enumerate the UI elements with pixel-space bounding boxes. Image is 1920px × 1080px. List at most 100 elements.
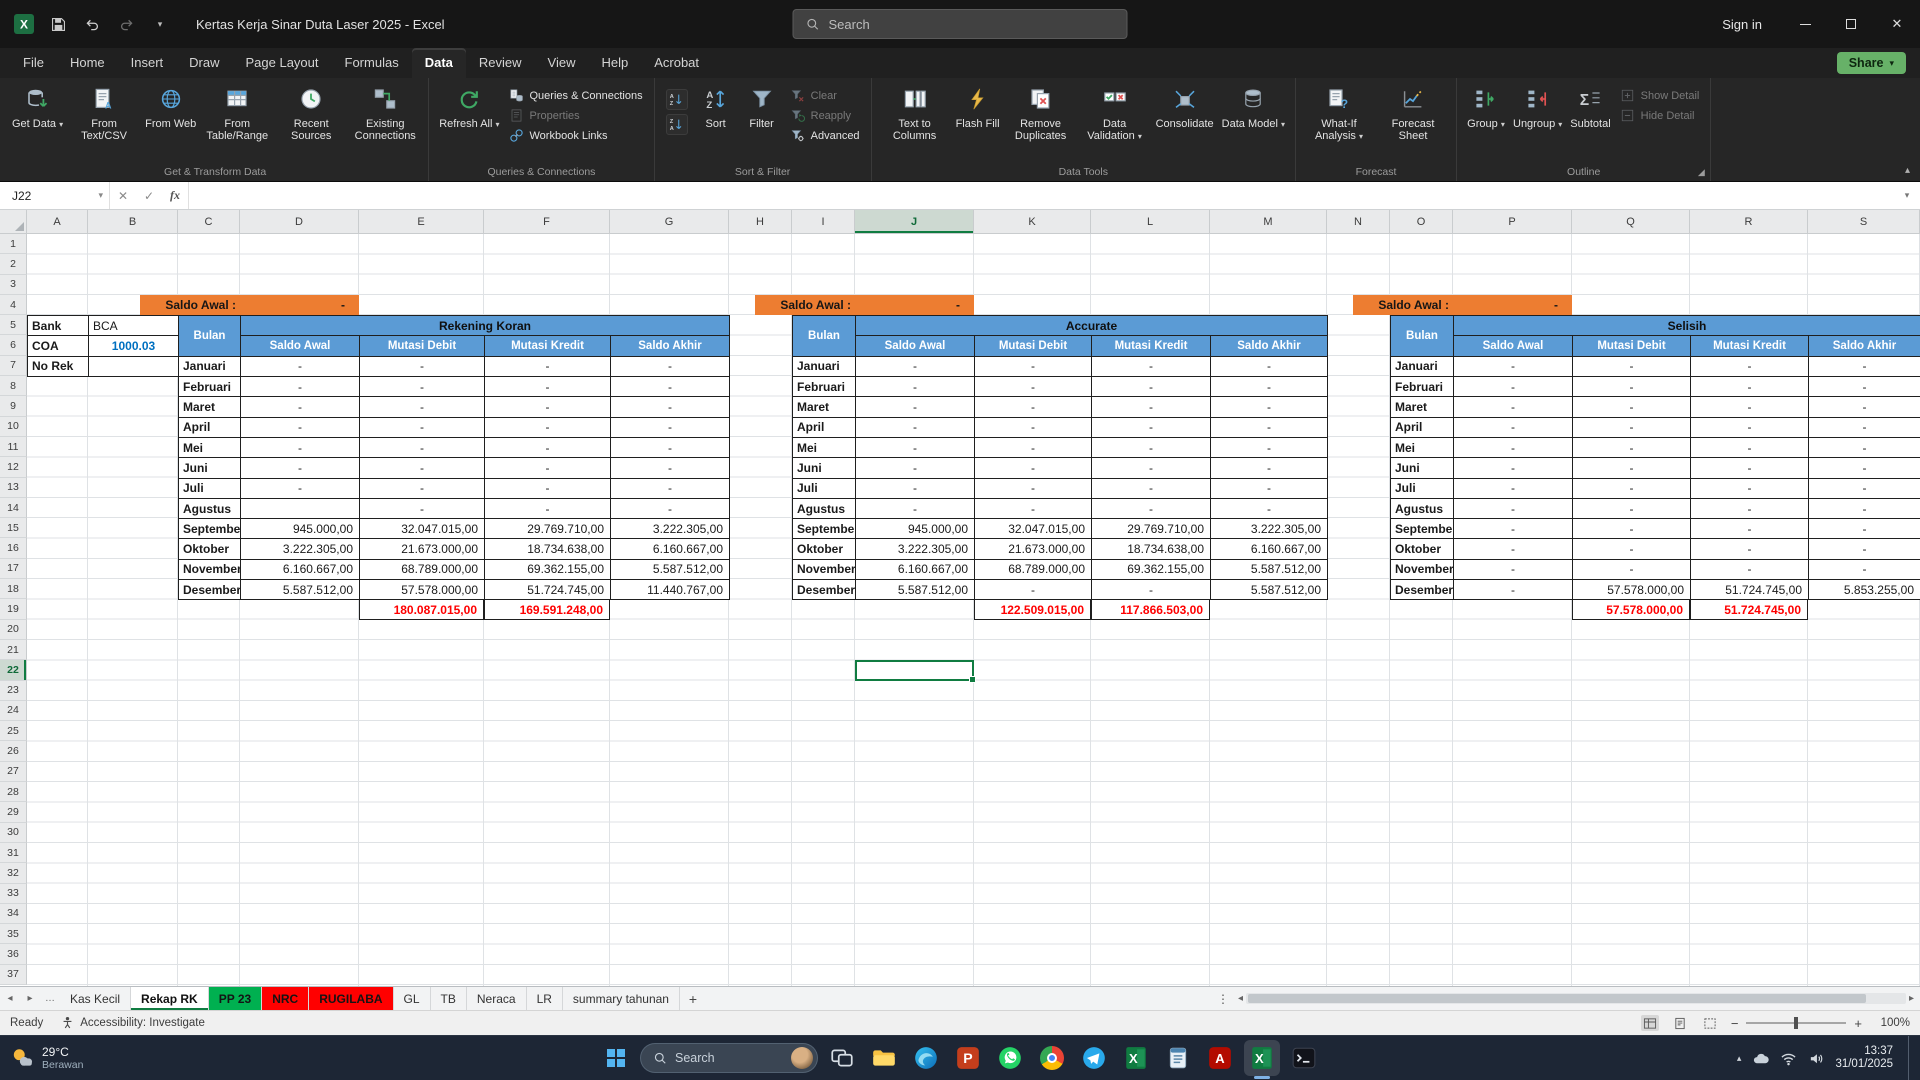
- data-cell[interactable]: -: [360, 438, 485, 458]
- month-cell-oktober[interactable]: Oktober: [179, 539, 241, 559]
- total-cell[interactable]: 51.724.745,00: [1690, 599, 1808, 619]
- zoom-out-button[interactable]: −: [1731, 1016, 1739, 1031]
- total-cell[interactable]: 57.578.000,00: [1572, 599, 1690, 619]
- data-cell[interactable]: -: [1092, 397, 1211, 417]
- data-cell[interactable]: -: [1092, 357, 1211, 377]
- data-cell[interactable]: -: [856, 418, 975, 438]
- data-cell[interactable]: -: [360, 479, 485, 499]
- month-cell-februari[interactable]: Februari: [1391, 377, 1454, 397]
- menu-tab-data[interactable]: Data: [412, 48, 466, 78]
- data-cell[interactable]: -: [485, 458, 611, 478]
- month-cell-mei[interactable]: Mei: [179, 438, 241, 458]
- data-cell[interactable]: -: [360, 418, 485, 438]
- data-cell[interactable]: -: [1809, 479, 1920, 499]
- data-cell[interactable]: -: [1092, 458, 1211, 478]
- data-cell[interactable]: -: [1454, 499, 1573, 519]
- data-cell[interactable]: -: [611, 438, 730, 458]
- data-cell[interactable]: -: [1211, 479, 1328, 499]
- tab-scroll-left-icon[interactable]: ◂: [0, 987, 20, 1010]
- month-cell-april[interactable]: April: [793, 418, 856, 438]
- titlebar-search-box[interactable]: Search: [793, 9, 1128, 39]
- data-cell[interactable]: -: [360, 377, 485, 397]
- clear-button[interactable]: Clear: [790, 88, 860, 103]
- zoom-slider[interactable]: [1746, 1022, 1846, 1024]
- data-cell[interactable]: -: [485, 438, 611, 458]
- data-cell[interactable]: -: [975, 479, 1092, 499]
- scrollbar-thumb[interactable]: [1248, 994, 1866, 1003]
- data-cell[interactable]: 5.587.512,00: [611, 560, 730, 580]
- month-cell-september[interactable]: September: [793, 519, 856, 539]
- data-cell[interactable]: 3.222.305,00: [611, 519, 730, 539]
- data-cell[interactable]: 3.222.305,00: [856, 539, 975, 559]
- data-cell[interactable]: -: [1573, 539, 1691, 559]
- share-button[interactable]: Share ▾: [1837, 52, 1906, 74]
- data-cell[interactable]: -: [1454, 560, 1573, 580]
- zoom-level[interactable]: 100%: [1870, 1017, 1910, 1029]
- month-cell-desember[interactable]: Desember: [793, 580, 856, 600]
- data-cell[interactable]: -: [1454, 418, 1573, 438]
- data-cell[interactable]: -: [1573, 560, 1691, 580]
- data-cell[interactable]: -: [1454, 519, 1573, 539]
- data-cell[interactable]: -: [1092, 377, 1211, 397]
- data-cell[interactable]: 6.160.667,00: [856, 560, 975, 580]
- collapse-ribbon-icon[interactable]: ▴: [1905, 165, 1910, 176]
- sheet-tab-tb[interactable]: TB: [431, 987, 467, 1010]
- month-cell-maret[interactable]: Maret: [793, 397, 856, 417]
- month-cell-november[interactable]: November: [793, 560, 856, 580]
- text-to-columns-button[interactable]: Text to Columns: [879, 83, 951, 146]
- data-cell[interactable]: 32.047.015,00: [975, 519, 1092, 539]
- onedrive-icon[interactable]: [1752, 1051, 1769, 1065]
- data-cell[interactable]: -: [975, 397, 1092, 417]
- data-cell[interactable]: -: [856, 377, 975, 397]
- data-cell[interactable]: -: [975, 357, 1092, 377]
- data-cell[interactable]: -: [241, 438, 360, 458]
- month-cell-agustus[interactable]: Agustus: [793, 499, 856, 519]
- data-cell[interactable]: -: [856, 357, 975, 377]
- data-model-button[interactable]: Data Model ▾: [1219, 83, 1288, 135]
- month-cell-januari[interactable]: Januari: [793, 357, 856, 377]
- hidden-icons-chevron-icon[interactable]: ▴: [1737, 1053, 1742, 1064]
- month-cell-agustus[interactable]: Agustus: [179, 499, 241, 519]
- data-cell[interactable]: -: [485, 357, 611, 377]
- menu-tab-file[interactable]: File: [10, 48, 57, 78]
- data-cell[interactable]: -: [1454, 357, 1573, 377]
- forecast-sheet-button[interactable]: Forecast Sheet: [1377, 83, 1449, 146]
- sheet-tab-kas-kecil[interactable]: Kas Kecil: [60, 987, 131, 1010]
- total-cell[interactable]: 180.087.015,00: [359, 599, 484, 619]
- start-button[interactable]: [598, 1040, 634, 1076]
- chevron-down-icon[interactable]: ▾: [98, 190, 103, 201]
- data-cell[interactable]: -: [360, 499, 485, 519]
- data-cell[interactable]: -: [241, 377, 360, 397]
- data-cell[interactable]: 21.673.000,00: [975, 539, 1092, 559]
- data-cell[interactable]: 29.769.710,00: [485, 519, 611, 539]
- close-button[interactable]: ✕: [1874, 0, 1920, 48]
- weather-widget[interactable]: 29°C Berawan: [10, 1046, 83, 1071]
- data-cell[interactable]: -: [1211, 377, 1328, 397]
- data-cell[interactable]: -: [1454, 479, 1573, 499]
- data-cell[interactable]: -: [1211, 418, 1328, 438]
- data-cell[interactable]: -: [241, 397, 360, 417]
- data-cell[interactable]: -: [1809, 397, 1920, 417]
- sheet-tab-rekap-rk[interactable]: Rekap RK: [131, 987, 209, 1010]
- data-cell[interactable]: -: [1454, 580, 1573, 600]
- data-cell[interactable]: -: [856, 438, 975, 458]
- sheet-tab-rugilaba[interactable]: RUGILABA: [309, 987, 393, 1010]
- data-cell[interactable]: -: [975, 418, 1092, 438]
- sort-button[interactable]: AZSort: [694, 83, 738, 134]
- data-cell[interactable]: -: [1092, 499, 1211, 519]
- total-cell[interactable]: 169.591.248,00: [484, 599, 610, 619]
- tab-options-icon[interactable]: ⋮: [1214, 987, 1232, 1010]
- data-cell[interactable]: -: [360, 357, 485, 377]
- data-cell[interactable]: -: [975, 580, 1092, 600]
- properties-button[interactable]: Properties: [509, 108, 643, 123]
- data-cell[interactable]: -: [1573, 499, 1691, 519]
- maximize-button[interactable]: [1828, 0, 1874, 48]
- data-cell[interactable]: -: [1573, 479, 1691, 499]
- data-cell[interactable]: -: [1809, 499, 1920, 519]
- subtotal-button[interactable]: ΣSubtotal: [1567, 83, 1613, 134]
- zoom-in-button[interactable]: +: [1854, 1016, 1862, 1031]
- data-cell[interactable]: 6.160.667,00: [1211, 539, 1328, 559]
- data-cell[interactable]: -: [1691, 539, 1809, 559]
- filter-button[interactable]: Filter: [740, 83, 784, 134]
- data-cell[interactable]: -: [611, 499, 730, 519]
